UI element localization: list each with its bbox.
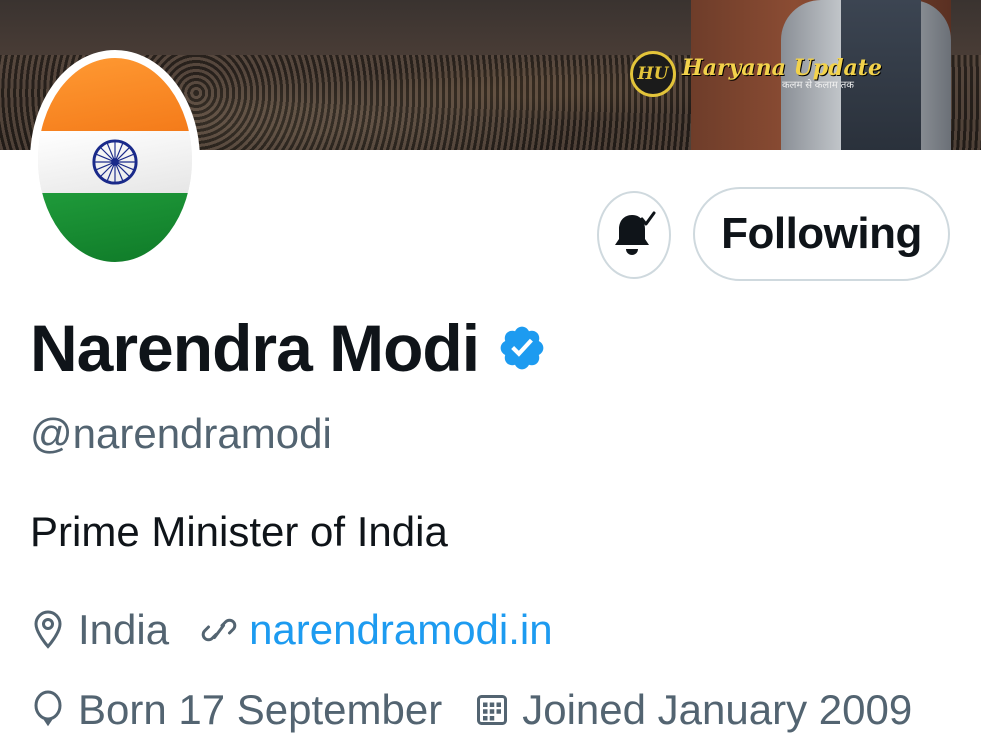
avatar[interactable] [30, 50, 200, 270]
watermark-subtitle: कलम से कलाम तक [782, 80, 854, 91]
name-row: Narendra Modi [30, 310, 547, 386]
location-text: India [78, 606, 170, 653]
bio: Prime Minister of India [30, 508, 448, 555]
calendar-icon [477, 695, 508, 725]
location-pin-icon [34, 610, 62, 649]
indian-flag-icon [38, 58, 192, 262]
watermark: HU Haryana Update कलम से कलाम तक [630, 46, 882, 102]
watermark-logo: HU [630, 51, 676, 97]
website-item[interactable]: narendramodi.in [201, 606, 553, 654]
display-name: Narendra Modi [30, 311, 480, 385]
notifications-button[interactable] [597, 191, 671, 279]
website-link[interactable]: narendramodi.in [249, 606, 553, 654]
profile-meta-row-2: Born 17 September Joined January 2009 [30, 686, 934, 734]
joined-text: Joined January 2009 [522, 686, 913, 733]
birthday-item: Born 17 September [30, 686, 442, 734]
link-icon [201, 618, 237, 642]
handle: @narendramodi [30, 410, 332, 457]
balloon-icon [34, 690, 62, 727]
joined-item: Joined January 2009 [474, 686, 912, 734]
bell-check-icon [615, 211, 656, 255]
location-item: India [30, 606, 169, 654]
verified-badge-icon[interactable] [497, 320, 547, 376]
birthday-text: Born 17 September [78, 686, 443, 733]
watermark-title: Haryana Update [682, 55, 882, 81]
profile-meta-row: India narendramodi.in [30, 606, 575, 654]
following-button[interactable]: Following [693, 187, 950, 281]
ashoka-chakra-icon [92, 139, 138, 185]
